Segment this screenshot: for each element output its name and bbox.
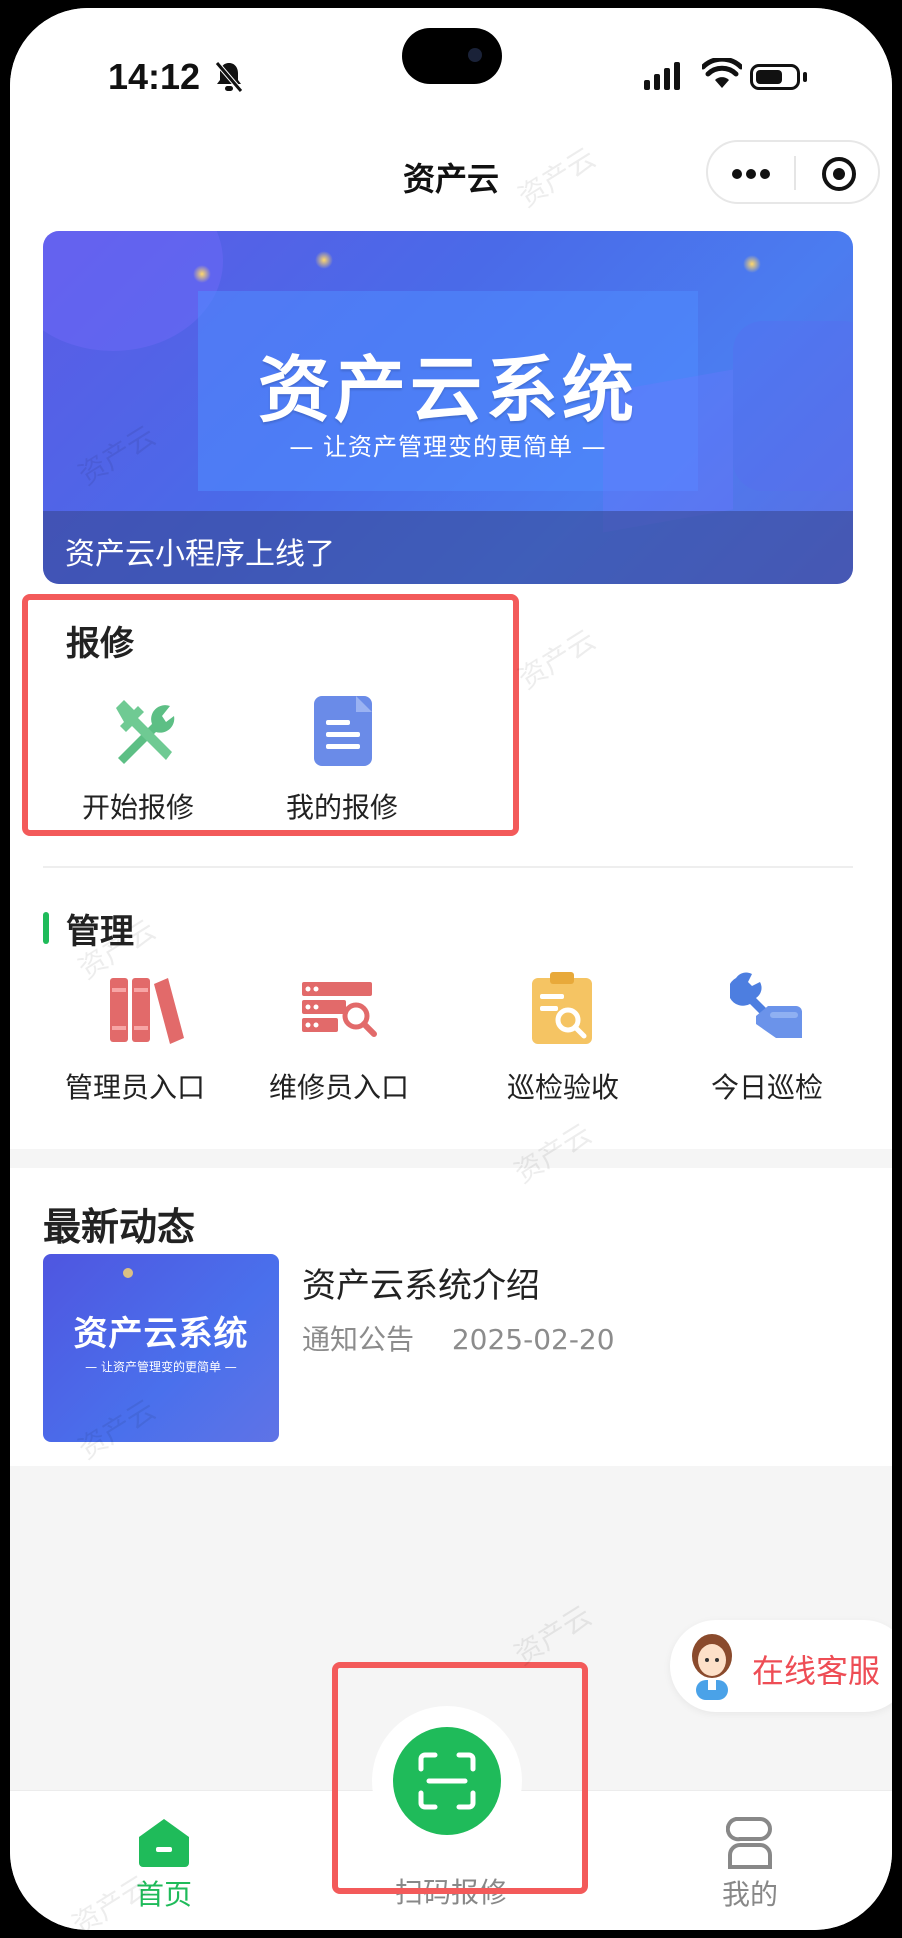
management-section-title: 管理	[66, 912, 134, 952]
banner-subtitle: — 让资产管理变的更简单 —	[289, 433, 607, 461]
banner-caption: 资产云小程序上线了	[65, 537, 335, 572]
today-inspection-button[interactable]: 今日巡检	[682, 968, 852, 1108]
section-divider	[43, 866, 853, 868]
clipboard-search-icon	[532, 972, 592, 1044]
thumbnail-title: 资产云系统	[73, 1314, 249, 1354]
binders-icon	[110, 978, 184, 1044]
server-search-icon	[302, 982, 377, 1037]
dynamic-island	[402, 28, 502, 84]
home-icon	[139, 1819, 189, 1867]
status-bar: 14:12	[10, 8, 892, 128]
online-service-button[interactable]: 在线客服	[670, 1620, 892, 1712]
tab-home-label: 首页	[135, 1878, 192, 1911]
scan-highlight-box	[332, 1662, 588, 1894]
today-inspection-label: 今日巡检	[710, 1071, 823, 1104]
repair-highlight-box	[22, 594, 519, 836]
news-item-title[interactable]: 资产云系统介绍	[302, 1258, 540, 1307]
nav-bar: 资产云	[10, 128, 892, 224]
repairman-entry-button[interactable]: 维修员入口	[254, 968, 424, 1108]
news-thumbnail[interactable]: 资产云系统 — 让资产管理变的更简单 —	[43, 1254, 279, 1442]
management-accent-bar	[43, 912, 49, 944]
mini-program-capsule	[706, 140, 880, 204]
banner-carousel[interactable]: 资产云系统 — 让资产管理变的更简单 — 资产云小程序上线了	[43, 231, 853, 584]
admin-entry-button[interactable]: 管理员入口	[50, 968, 220, 1108]
tab-mine[interactable]: 我的	[670, 1801, 830, 1911]
inspection-acceptance-label: 巡检验收	[506, 1071, 619, 1104]
inspection-acceptance-button[interactable]: 巡检验收	[478, 968, 648, 1108]
banner-title: 资产云系统	[257, 348, 638, 432]
news-item-category: 通知公告	[302, 1323, 415, 1356]
tab-mine-label: 我的	[721, 1878, 778, 1911]
repairman-entry-label: 维修员入口	[268, 1071, 409, 1104]
wifi-icon	[702, 58, 742, 88]
mute-bell-icon	[215, 61, 243, 93]
battery-cap	[803, 72, 807, 82]
more-dots-icon	[732, 169, 742, 179]
screen: 14:12 资产云 资产云系统 — 让资产管理变的更简单 — 资产云小程序上线了…	[10, 8, 892, 1930]
status-time: 14:12	[108, 56, 201, 97]
news-section-title: 最新动态	[43, 1205, 196, 1249]
online-service-label: 在线客服	[752, 1652, 881, 1690]
tab-home[interactable]: 首页	[84, 1801, 244, 1911]
news-item-meta: 通知公告 2025-02-20	[302, 1318, 615, 1358]
service-agent-avatar-icon	[692, 1634, 732, 1700]
thumbnail-subtitle: — 让资产管理变的更简单 —	[85, 1360, 237, 1374]
battery-icon	[750, 64, 800, 90]
close-target-button[interactable]	[796, 142, 882, 202]
user-icon	[726, 1817, 772, 1869]
signal-icon	[644, 60, 688, 90]
phone-frame: 14:12 资产云 资产云系统 — 让资产管理变的更简单 — 资产云小程序上线了…	[0, 0, 902, 1938]
hand-wrench-icon	[730, 972, 802, 1038]
more-button[interactable]	[708, 142, 794, 202]
news-item-date: 2025-02-20	[451, 1323, 615, 1356]
admin-entry-label: 管理员入口	[64, 1071, 205, 1104]
